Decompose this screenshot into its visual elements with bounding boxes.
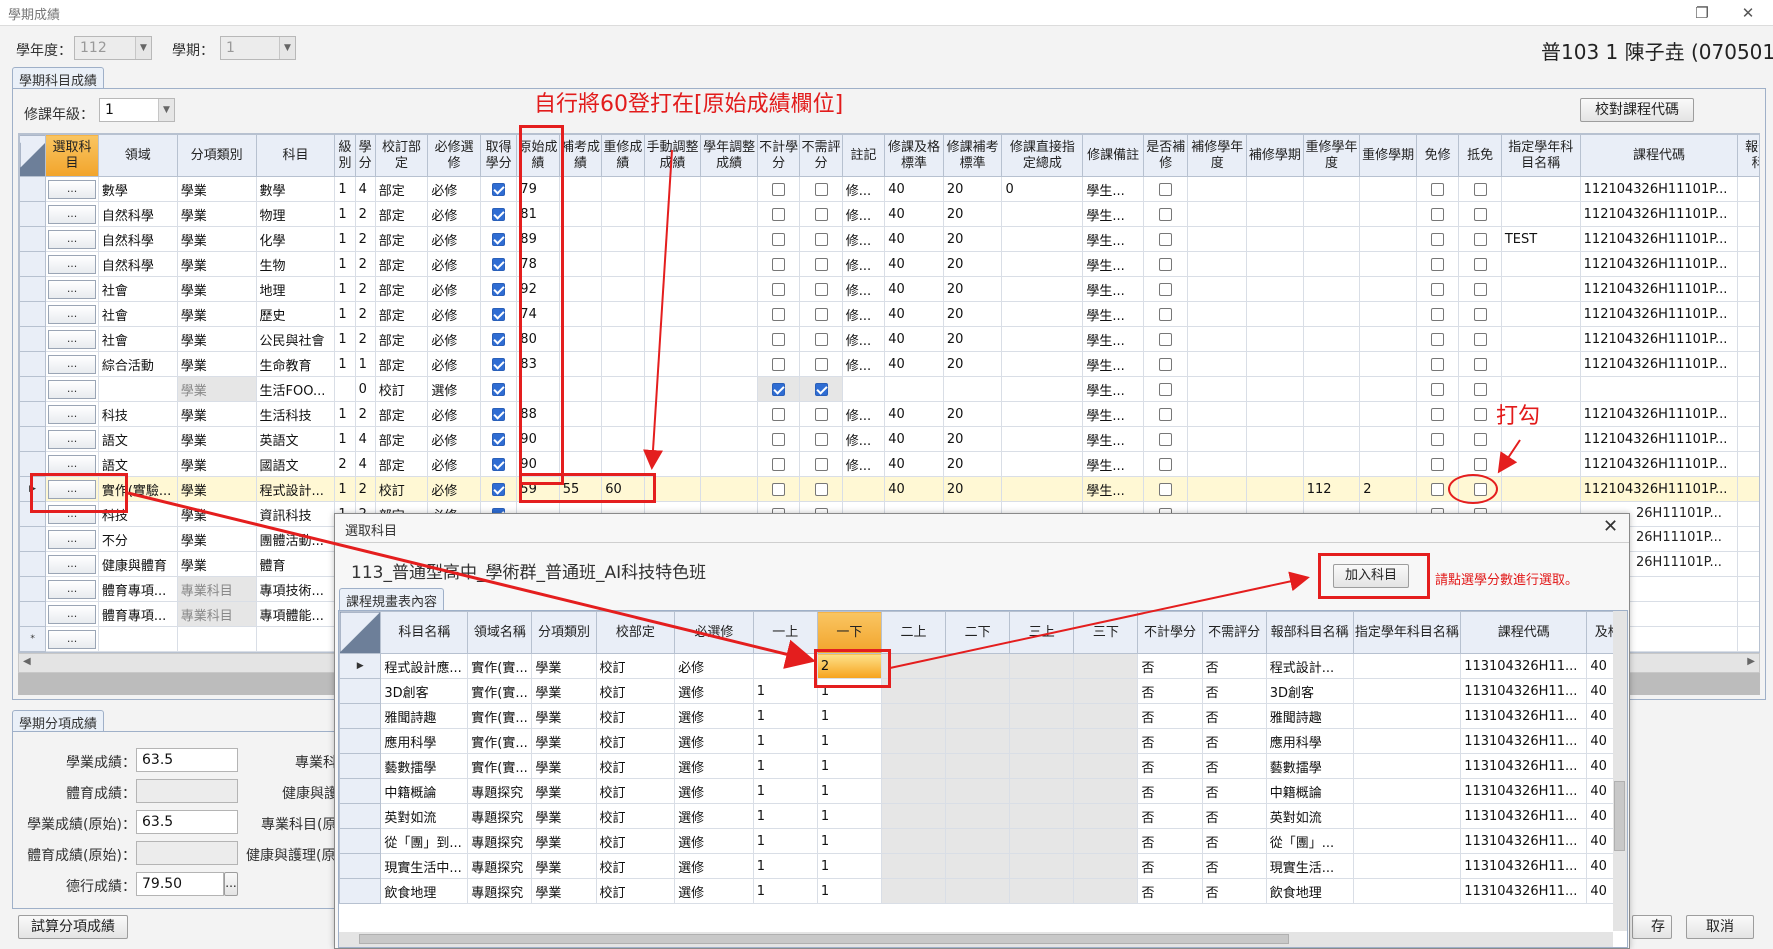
annotation-arrows bbox=[127, 149, 1521, 669]
